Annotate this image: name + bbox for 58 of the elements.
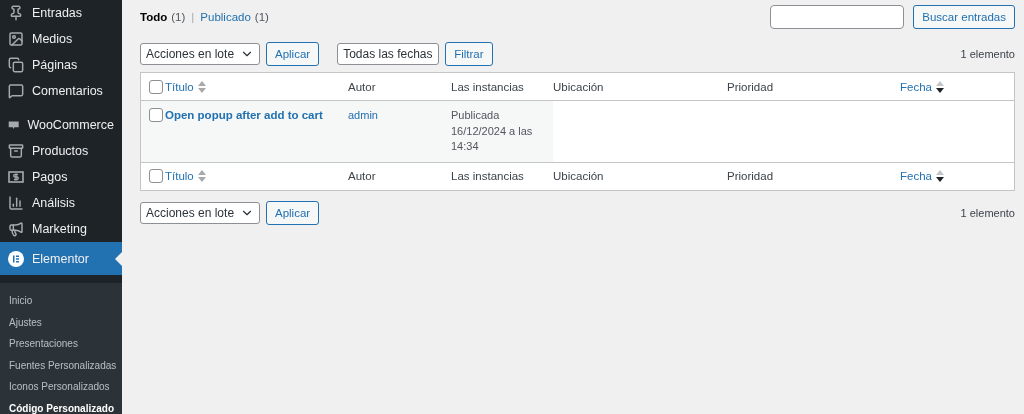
menu-item[interactable]: Entradas [0, 0, 122, 26]
menu-item[interactable]: Medios [0, 26, 122, 52]
separator-text: | [191, 11, 195, 23]
menu-item[interactable]: Elementor [0, 242, 122, 275]
view-count: (1) [171, 11, 186, 23]
menu-item[interactable]: Pagos [0, 164, 122, 190]
submenu-item[interactable]: Inicio [0, 290, 42, 312]
bulk-actions-dropdown[interactable]: Acciones en lote [140, 43, 260, 65]
sort-link[interactable]: Fecha [900, 170, 932, 182]
post-title-link[interactable]: Open popup after add to cart [165, 109, 323, 121]
column-heading: Prioridad [727, 80, 774, 93]
megaphone-icon [8, 221, 24, 237]
pages-icon [8, 57, 24, 73]
select-all-checkbox[interactable] [149, 79, 163, 94]
item-count: 1 elemento [960, 206, 1015, 219]
image-icon [8, 31, 24, 47]
pin-icon [8, 5, 24, 21]
column-heading: Ubicación [553, 170, 604, 182]
bulk-actions-dropdown[interactable]: Acciones en lote [140, 201, 260, 224]
column-heading: Autor [348, 170, 376, 182]
author-link[interactable]: admin [348, 109, 378, 121]
column-heading: Las instancias [451, 170, 524, 182]
menu-item[interactable]: Páginas [0, 52, 122, 78]
column-heading: Las instancias [451, 80, 524, 93]
submenu-item[interactable]: Iconos Personalizados [0, 376, 119, 398]
column-heading: Prioridad [727, 170, 774, 182]
column-heading: Ubicación [553, 80, 604, 93]
sort-link[interactable]: Fecha [900, 80, 932, 93]
dollar-icon [8, 169, 24, 185]
archive-icon [8, 143, 24, 159]
apply-button[interactable]: Aplicar [266, 200, 320, 225]
sort-link[interactable]: Título [165, 170, 194, 182]
menu-item[interactable]: Análisis [0, 190, 122, 216]
view-filter-link[interactable]: Publicado [200, 11, 251, 23]
elementor-icon [8, 250, 24, 267]
search-button[interactable]: Buscar entradas [913, 5, 1015, 29]
menu-item[interactable]: Comentarios [0, 78, 122, 104]
submenu-item[interactable]: Fuentes Personalizadas [0, 354, 126, 376]
view-count: (1) [254, 11, 269, 23]
item-count: 1 elemento [960, 48, 1015, 60]
date-filter-dropdown[interactable]: Todas las fechas [337, 43, 440, 65]
select-all-checkbox[interactable] [149, 169, 163, 183]
menu-item[interactable]: Marketing [0, 216, 122, 242]
bar-chart-icon [8, 195, 24, 211]
sort-link[interactable]: Título [165, 80, 194, 93]
comment-icon [8, 83, 24, 99]
view-filter-link[interactable]: Todo [140, 11, 168, 23]
row-checkbox[interactable] [149, 108, 163, 122]
submenu-item[interactable]: Código Personalizado [0, 397, 123, 414]
submenu-item[interactable]: Ajustes [0, 311, 51, 333]
filter-button[interactable]: Filtrar [445, 42, 493, 66]
apply-button[interactable]: Aplicar [266, 42, 320, 66]
submenu-item[interactable]: Presentaciones [0, 333, 87, 355]
column-heading: Autor [348, 80, 376, 93]
menu-item[interactable]: Productos [0, 138, 122, 164]
instances-text: Publicada 16/12/2024 a las 14:34 [451, 108, 534, 154]
menu-item[interactable]: WooCommerce [0, 112, 122, 138]
search-field[interactable] [770, 5, 905, 29]
